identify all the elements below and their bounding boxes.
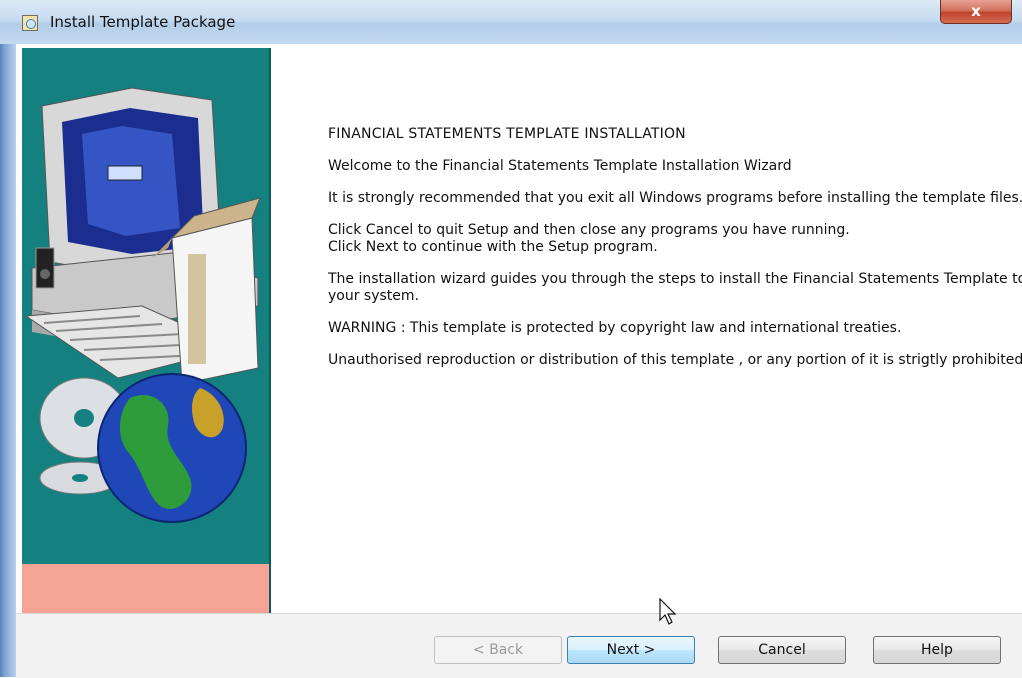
computer-illustration [24, 87, 261, 523]
welcome-text: Welcome to the Financial Statements Temp… [328, 158, 792, 174]
wizard-client-area: FINANCIAL STATEMENTS TEMPLATE INSTALLATI… [16, 44, 1022, 678]
window-left-border [0, 44, 16, 677]
page-title: FINANCIAL STATEMENTS TEMPLATE INSTALLATI… [328, 126, 686, 142]
cancel-button[interactable]: Cancel [718, 636, 846, 664]
close-button[interactable]: x [940, 0, 1012, 24]
cancel-instruction: Click Cancel to quit Setup and then clos… [328, 222, 850, 238]
next-button[interactable]: Next > [567, 636, 695, 664]
mouse-pointer-icon [659, 598, 677, 625]
recommendation-text: It is strongly recommended that you exit… [328, 190, 1022, 206]
installer-window-icon [22, 15, 38, 31]
window-title: Install Template Package [50, 13, 236, 31]
title-bar[interactable]: Install Template Package x [0, 0, 1022, 44]
installer-window: Install Template Package x FINANCIAL STA… [0, 0, 1022, 678]
back-button[interactable]: < Back [434, 636, 562, 664]
globe-illustration [97, 373, 247, 523]
reproduction-notice: Unauthorised reproduction or distributio… [328, 352, 1022, 368]
side-banner-footer [22, 564, 269, 613]
welcome-content: FINANCIAL STATEMENTS TEMPLATE INSTALLATI… [328, 126, 1022, 369]
copyright-warning: WARNING : This template is protected by … [328, 320, 902, 336]
help-button[interactable]: Help [873, 636, 1001, 664]
wizard-description: The installation wizard guides you throu… [328, 271, 1022, 304]
next-instruction: Click Next to continue with the Setup pr… [328, 239, 658, 255]
button-bar: < Back Next > Cancel Help [16, 613, 1022, 678]
